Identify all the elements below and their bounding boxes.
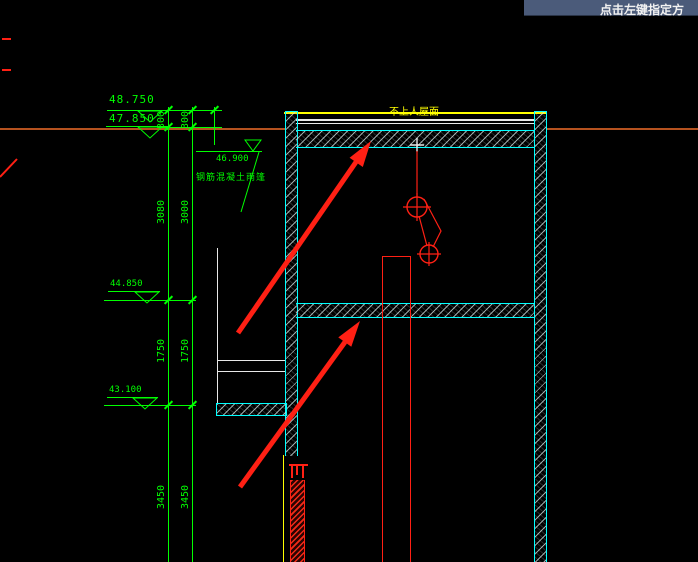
- elevation-value: 43.100: [109, 385, 142, 395]
- dim-text: 3080: [156, 199, 167, 225]
- cursor-tooltip-text: 点击左键指定方: [600, 3, 685, 17]
- drain-fixture-leg: [291, 466, 293, 478]
- roof-label: 不上人屋面: [389, 107, 439, 118]
- pulley-cross-lower: [417, 242, 441, 266]
- pulley-circle-lower: [419, 244, 439, 264]
- roof-surface-line-1: [296, 119, 534, 121]
- canopy-label: 钢筋混凝土雨篷: [196, 172, 267, 182]
- dim-text: 3000: [180, 199, 191, 225]
- dimension-line-vertical-right: [192, 107, 193, 562]
- elevation-line-46900: [196, 151, 262, 152]
- elevation-underline-44850: [108, 291, 160, 292]
- elevation-value: 44.850: [110, 279, 143, 289]
- dim-text: 300: [156, 110, 167, 130]
- elevation-triangle-44850: [133, 291, 161, 304]
- roof-surface-line-2: [296, 123, 534, 124]
- pulley-link-line: [418, 215, 428, 247]
- edge-diagonal-mark: [0, 158, 18, 178]
- ground-line-left: [0, 128, 285, 130]
- elevation-triangle-46900: [244, 139, 262, 152]
- elevation-value: 47.850: [109, 112, 155, 125]
- dimension-line-vertical-left: [168, 107, 169, 562]
- pulley-cross-upper: [403, 193, 431, 221]
- pulley-circle-upper: [406, 196, 428, 218]
- detail-wall-line-top: [217, 360, 285, 361]
- shaft-rail-right: [410, 257, 411, 562]
- edge-mark: [2, 69, 11, 71]
- shaft-rail-top-line: [382, 256, 411, 257]
- detail-wall-line-bottom: [217, 371, 285, 372]
- selected-wall-section: [290, 480, 305, 562]
- chain-tick-43100: [104, 405, 196, 406]
- elevation-underline-43100: [107, 397, 158, 398]
- dim-text: 3450: [180, 484, 191, 510]
- elevation-value: 46.900: [216, 154, 249, 164]
- drawing-overlay: [0, 110, 442, 489]
- hoist-bracket-line: [423, 198, 442, 248]
- dim-text: 1750: [156, 338, 167, 364]
- extension-line: [214, 107, 215, 145]
- elevation-value: 48.750: [109, 93, 155, 106]
- elevation-triangle-43100: [131, 397, 159, 410]
- shaft-rail-left: [382, 257, 383, 562]
- selected-wall-edge-line: [283, 455, 284, 562]
- detail-wall-line-vertical: [217, 248, 218, 404]
- right-wall-section: [534, 111, 547, 562]
- ground-line-right: [547, 128, 698, 130]
- cursor-tooltip: 点击左键指定方: [524, 0, 698, 17]
- roof-slab-section: [296, 130, 534, 148]
- cad-canvas[interactable]: 48.750 47.850 46.900 44.850 43.100 300 3…: [0, 0, 698, 562]
- dim-text: 3450: [156, 484, 167, 510]
- floor-slab-section: [296, 303, 534, 318]
- dim-text: 300: [180, 110, 191, 130]
- canopy-slab-section: [216, 403, 287, 416]
- drain-fixture-leg: [302, 466, 304, 478]
- drain-fixture-mid: [296, 466, 298, 475]
- edge-mark: [2, 38, 11, 40]
- dim-text: 1750: [180, 338, 191, 364]
- chain-tick-44850: [104, 300, 196, 301]
